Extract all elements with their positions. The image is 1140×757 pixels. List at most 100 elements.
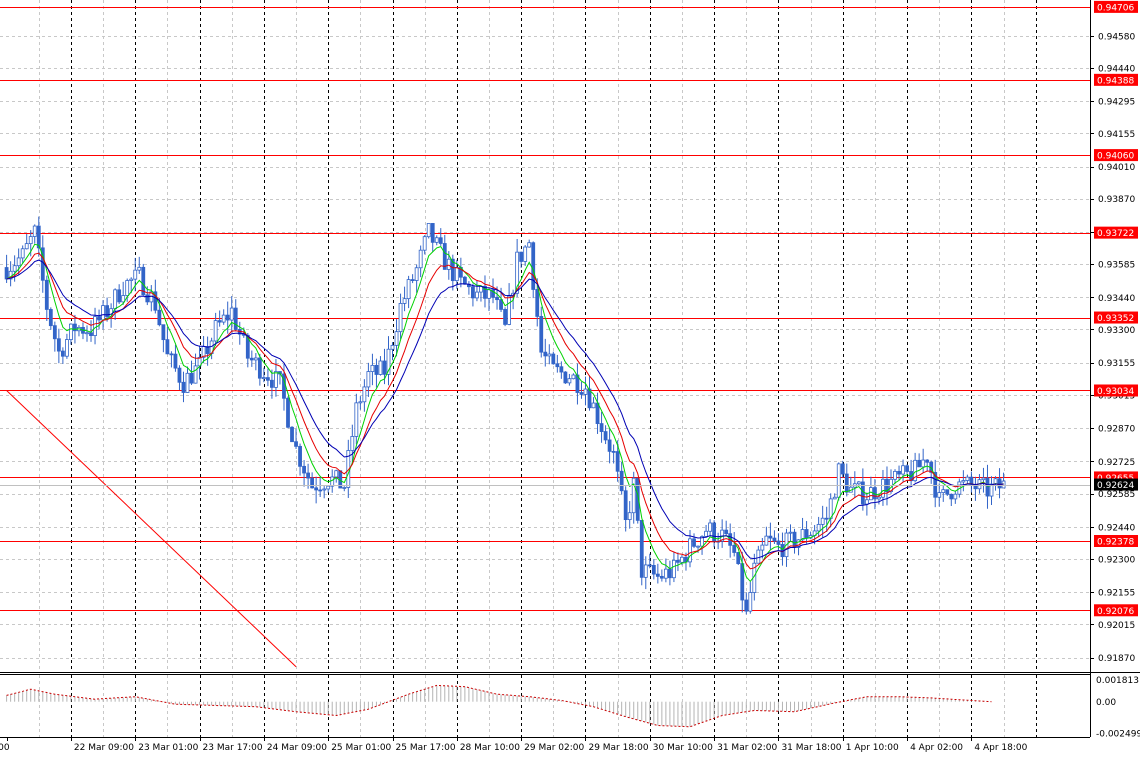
oscillator-tick-label: 0.001813	[1096, 676, 1139, 686]
time-tick-label: 29 Mar 18:00	[588, 743, 648, 753]
candle-body	[362, 386, 367, 403]
candle-body	[354, 402, 359, 437]
candle-body	[571, 374, 576, 380]
candle-body	[949, 493, 954, 500]
candle-body	[229, 307, 234, 321]
candle-body	[539, 316, 544, 353]
price-tick-label: 0.92300	[1098, 555, 1135, 565]
candle-body	[382, 360, 387, 375]
candle-body	[708, 522, 712, 532]
candle-body	[905, 465, 909, 472]
price-tick-label: 0.93155	[1098, 359, 1135, 369]
candle-body	[434, 237, 439, 243]
candle-body	[358, 401, 363, 404]
candle-body	[696, 545, 700, 548]
candle-body	[535, 289, 540, 317]
level-label-text: 0.93722	[1097, 229, 1134, 239]
candle-body	[744, 599, 749, 612]
candle-body	[4, 267, 9, 280]
candle-body	[603, 431, 608, 441]
time-tick-label: 25 Mar 17:00	[396, 743, 456, 753]
price-chart[interactable]: 0.94580 0.94440 0.94295 0.94155 0.94010 0.938…	[0, 0, 1140, 757]
candle-body	[844, 473, 849, 493]
candle-body	[820, 517, 825, 525]
candle-body	[607, 439, 612, 452]
candle-body	[680, 556, 684, 563]
price-tick-label: 0.92155	[1098, 589, 1135, 599]
candle-body	[32, 225, 37, 237]
candle-body	[953, 493, 958, 500]
candle-body	[442, 243, 447, 270]
candle-body	[507, 295, 512, 325]
level-label-text: 0.93352	[1097, 314, 1134, 324]
candle-body	[402, 298, 407, 304]
candle-body	[430, 223, 435, 243]
candle-body	[941, 489, 946, 493]
candle-body	[145, 294, 150, 303]
candle-body	[221, 314, 226, 323]
candle-body	[672, 559, 676, 579]
candle-body	[350, 436, 355, 451]
candle-body	[314, 487, 319, 491]
candle-body	[523, 246, 528, 262]
candle-body	[318, 489, 323, 492]
candle-body	[157, 309, 162, 326]
candle-body	[101, 305, 105, 321]
candle-body	[334, 470, 339, 478]
price-tick-label: 0.92870	[1098, 425, 1135, 435]
candle-body	[12, 265, 17, 272]
candle-body	[249, 357, 254, 361]
candle-body	[398, 303, 403, 333]
candle-body	[917, 459, 922, 468]
candle-body	[24, 243, 29, 250]
candle-body	[997, 478, 1002, 489]
time-tick-label: 29 Mar 02:00	[524, 743, 584, 753]
time-tick-label: 23 Mar 17:00	[203, 743, 263, 753]
candle-body	[56, 338, 61, 352]
time-tick-label: 4 Apr 18:00	[974, 743, 1027, 753]
candle-body	[776, 540, 781, 545]
candle-body	[378, 360, 383, 375]
candle-body	[551, 353, 556, 365]
candle-body	[28, 236, 33, 245]
candle-body	[189, 372, 194, 384]
level-label-text: 0.92076	[1097, 607, 1134, 617]
candle-body	[663, 568, 668, 579]
candle-body	[503, 308, 507, 325]
candle-body	[298, 445, 302, 467]
candle-body	[615, 451, 620, 472]
candle-body	[804, 529, 809, 539]
candle-body	[579, 392, 584, 395]
candle-body	[724, 529, 729, 535]
candle-body	[310, 477, 315, 489]
candle-body	[547, 353, 552, 357]
price-tick-label: 0.91870	[1098, 654, 1135, 664]
candle-body	[326, 485, 331, 490]
candle-body	[655, 573, 660, 577]
candle-body	[519, 251, 524, 262]
price-tick-label: 0.94155	[1098, 130, 1135, 140]
price-tick-label: 0.94440	[1098, 64, 1135, 74]
candle-body	[306, 472, 311, 479]
price-tick-label: 0.92440	[1098, 523, 1135, 533]
candle-body	[832, 496, 837, 500]
candle-body	[639, 519, 644, 578]
candle-body	[193, 365, 198, 384]
candle-body	[330, 476, 335, 487]
candle-body	[89, 332, 93, 336]
candle-body	[438, 237, 443, 244]
candle-body	[961, 480, 966, 483]
candle-body	[414, 267, 419, 281]
level-label-text: 0.94706	[1097, 3, 1134, 13]
candle-body	[16, 257, 21, 267]
candle-body	[85, 332, 89, 335]
candle-body	[322, 488, 327, 491]
candle-body	[274, 371, 278, 388]
candle-body	[426, 223, 431, 238]
candle-body	[65, 339, 69, 357]
candle-body	[543, 351, 548, 357]
candle-body	[290, 426, 294, 443]
level-label-text: 0.93034	[1097, 387, 1134, 397]
price-tick-label: 0.94295	[1098, 98, 1135, 108]
candle-body	[864, 499, 869, 505]
